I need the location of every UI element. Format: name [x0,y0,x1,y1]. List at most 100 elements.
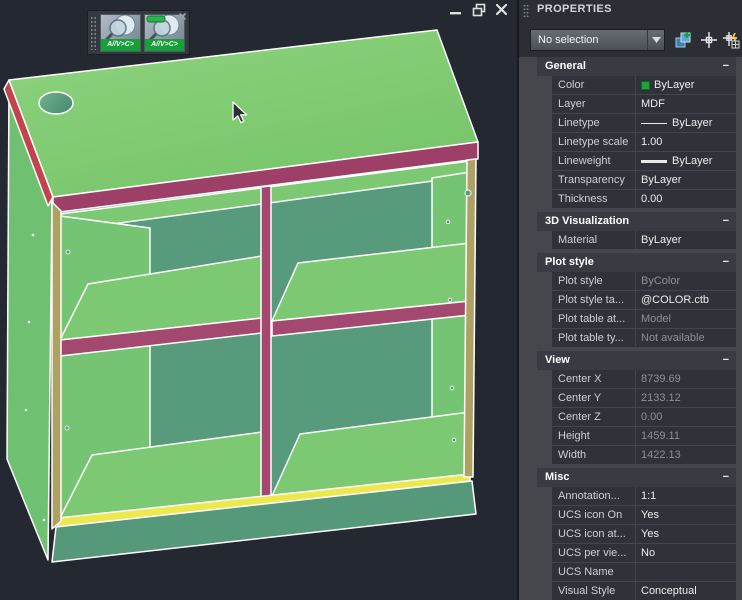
right-panel-hole [464,189,472,197]
property-row-center-x: Center X 8739.69 [552,370,736,389]
property-row-linetype: Linetype ByLayer [552,114,736,133]
center-divider-front-edge[interactable] [260,185,272,500]
section-title: 3D Visualization [545,215,630,227]
property-row-plot-style: Plot style ByColor [552,272,736,291]
magnifier-icon [103,14,136,42]
property-value[interactable]: @COLOR.ctb [636,291,736,310]
property-value[interactable]: 1422.13 [636,446,736,465]
property-label: Color [552,76,636,95]
property-value[interactable]: MDF [636,95,736,114]
property-value-text: Conceptual [641,585,697,597]
thin-line-icon [641,122,667,124]
section-title: General [545,60,586,72]
restore-button[interactable] [470,1,487,18]
section-header-view[interactable]: View − [537,351,736,370]
property-value[interactable]: 0.00 [636,190,736,209]
property-row-material: Material ByLayer [552,231,736,250]
collapse-icon[interactable]: − [723,351,729,370]
property-value[interactable]: 0.00 [636,408,736,427]
property-label: Center Z [552,408,636,427]
property-value[interactable]: 1.00 [636,133,736,152]
thick-line-icon [641,159,667,163]
property-value[interactable]: ByLayer [636,171,736,190]
section-header-misc[interactable]: Misc − [537,468,736,487]
property-value[interactable]: Yes [636,506,736,525]
property-label: Center X [552,370,636,389]
property-label: Plot style [552,272,636,291]
minimize-button[interactable] [447,1,464,18]
property-value[interactable]: ByLayer [636,231,736,250]
property-value[interactable]: ByLayer [636,152,736,171]
property-label: UCS icon On [552,506,636,525]
properties-panel: PROPERTIES No selection General − Color … [517,0,742,600]
collapse-icon[interactable]: − [723,212,729,231]
close-button[interactable] [493,1,510,18]
toolbar-button-1[interactable]: A//V>C> [100,13,141,52]
section-header-plot-style[interactable]: Plot style − [537,253,736,272]
property-value-text: ByColor [641,275,681,287]
property-value[interactable]: ByLayer [636,114,736,133]
panel-title: PROPERTIES [537,3,612,15]
property-value[interactable] [636,563,736,582]
property-row-ucs-icon-on: UCS icon On Yes [552,506,736,525]
collapse-icon[interactable]: − [723,468,729,487]
property-label: UCS per vie... [552,544,636,563]
property-value[interactable]: Conceptual [636,582,736,600]
toggle-pickadd-button[interactable] [672,29,693,50]
window-controls [447,1,510,18]
property-value[interactable]: Not available [636,329,736,348]
property-row-ucs-name: UCS Name [552,563,736,582]
property-value[interactable]: ByColor [636,272,736,291]
property-value-text: Model [641,313,671,325]
property-value-text: 0.00 [641,193,663,205]
property-row-width: Width 1422.13 [552,446,736,465]
property-label: Plot table at... [552,310,636,329]
color-swatch-icon [641,80,650,90]
property-row-center-z: Center Z 0.00 [552,408,736,427]
section-header-general[interactable]: General − [537,57,736,76]
panel-grip-handle[interactable] [523,4,529,17]
property-value[interactable]: 1:1 [636,487,736,506]
toolbar-close-icon[interactable] [178,12,187,21]
property-value[interactable]: ByLayer [636,76,736,95]
property-row-plot-style-ta: Plot style ta... @COLOR.ctb [552,291,736,310]
property-value-text: 2133.12 [641,392,681,404]
property-value-text: 1:1 [641,490,657,502]
property-value-text: ByLayer [641,174,682,186]
selection-dropdown[interactable]: No selection [530,29,665,51]
floating-toolbar: A//V>C> A//V>C> [87,10,190,55]
collapse-icon[interactable]: − [723,57,729,76]
property-value[interactable]: No [636,544,736,563]
property-value[interactable]: 1459.11 [636,427,736,446]
property-label: Layer [552,95,636,114]
property-row-visual-style: Visual Style Conceptual [552,582,736,600]
property-row-linetype-scale: Linetype scale 1.00 [552,133,736,152]
property-value[interactable]: 8739.69 [636,370,736,389]
property-row-plot-table-ty: Plot table ty... Not available [552,329,736,348]
property-value-text: 1459.11 [641,430,680,442]
collapse-icon[interactable]: − [723,253,729,272]
property-row-transparency: Transparency ByLayer [552,171,736,190]
property-value[interactable]: 2133.12 [636,389,736,408]
select-objects-button[interactable] [698,29,719,50]
quick-select-button[interactable] [720,29,741,50]
left-side-front-edge[interactable] [51,201,62,530]
property-label: Material [552,231,636,250]
property-label: Transparency [552,171,636,190]
property-value-text: ByLayer [672,155,713,167]
property-value[interactable]: Yes [636,525,736,544]
property-label: Plot style ta... [552,291,636,310]
property-value-text: ByLayer [672,117,713,129]
property-row-ucs-per-vie: UCS per vie... No [552,544,736,563]
grommet-hole[interactable] [38,91,74,115]
property-label: Linetype [552,114,636,133]
section-title: Plot style [545,256,594,268]
property-label: Height [552,427,636,446]
chevron-down-icon[interactable] [647,30,664,50]
property-row-height: Height 1459.11 [552,427,736,446]
toolbar-grip-handle[interactable] [90,15,97,50]
section-header-3d-visualization[interactable]: 3D Visualization − [537,212,736,231]
property-value-text: 0.00 [641,411,663,423]
property-row-plot-table-at: Plot table at... Model [552,310,736,329]
property-value[interactable]: Model [636,310,736,329]
